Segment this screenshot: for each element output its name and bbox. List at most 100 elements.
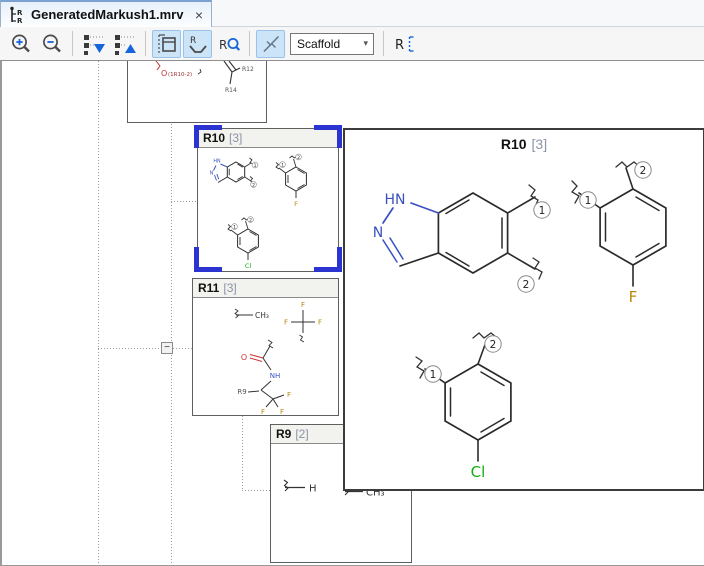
collapse-all-icon	[113, 32, 137, 56]
svg-text:N: N	[210, 171, 214, 177]
scaffold-structure-box[interactable]: O (1R10-2) R12 R14	[127, 61, 267, 123]
toolbar-separator	[72, 31, 73, 56]
popup-title: R10	[501, 136, 527, 152]
rgroup-definition-button[interactable]: R	[390, 30, 419, 58]
svg-text:F: F	[280, 408, 284, 415]
scaffold-structure[interactable]: O (1R10-2) R12 R14	[128, 61, 266, 121]
svg-text:2: 2	[252, 182, 255, 188]
zoom-in-button[interactable]	[6, 30, 35, 58]
slash-icon	[259, 32, 283, 56]
r10-box-header: R10 [3]	[198, 129, 338, 148]
scaffold-dropdown-value: Scaffold	[297, 37, 340, 51]
svg-text:R14: R14	[225, 87, 237, 94]
toolbar-separator	[249, 31, 250, 56]
mini-chlorophenyl-structure[interactable]: 2 1 Cl	[222, 215, 272, 271]
hydrogen-fragment[interactable]: H	[279, 477, 321, 499]
close-icon[interactable]: ×	[195, 8, 203, 22]
rquery-search-button[interactable]: R	[214, 30, 243, 58]
svg-text:(1R10-2): (1R10-2)	[168, 72, 192, 78]
fit-frames-toggle[interactable]	[152, 30, 181, 58]
svg-text:1: 1	[254, 163, 257, 169]
markush-document-icon: R R	[9, 6, 25, 24]
tree-connector-line	[98, 61, 99, 566]
svg-text:Cl: Cl	[471, 463, 486, 481]
tree-connector-line	[242, 490, 270, 491]
r10-box-title: R10	[203, 131, 225, 145]
application-window: R R GeneratedMarkush1.mrv ×	[0, 0, 704, 566]
svg-text:R12: R12	[242, 66, 254, 73]
r11-box-count: [3]	[223, 281, 236, 295]
popup-structures[interactable]: HN N 1 2 2	[345, 155, 703, 489]
svg-text:2: 2	[640, 165, 647, 177]
svg-text:HN: HN	[385, 192, 406, 208]
svg-text:F: F	[629, 288, 638, 306]
r9-box-title: R9	[276, 427, 291, 441]
mini-amide-fragment[interactable]: O NH R9 F F F	[217, 337, 312, 415]
indazole-structure[interactable]: HN N 1 2	[373, 185, 550, 292]
rgroup-display-toggle[interactable]: R	[183, 30, 212, 58]
popup-count: [3]	[532, 136, 548, 152]
svg-text:R: R	[190, 36, 196, 46]
tree-collapse-toggle[interactable]: −	[161, 342, 173, 354]
zoom-out-icon	[40, 32, 64, 56]
popup-header: R10 [3]	[345, 130, 703, 154]
svg-text:1: 1	[281, 162, 284, 168]
rquery-magnifier-icon: R	[217, 32, 241, 56]
tree-connector-line	[171, 61, 172, 566]
chlorophenyl-structure[interactable]: 2 1 Cl	[416, 333, 511, 481]
frame-icon	[155, 32, 179, 56]
collapse-all-button[interactable]	[110, 30, 139, 58]
svg-text:F: F	[301, 301, 305, 309]
tab-generated-markush[interactable]: R R GeneratedMarkush1.mrv ×	[0, 0, 212, 27]
svg-text:F: F	[318, 319, 322, 327]
svg-text:R: R	[395, 38, 404, 53]
mini-fluorophenyl-structure[interactable]: 2 1 F	[270, 149, 320, 213]
svg-text:O: O	[241, 353, 247, 362]
zoom-out-button[interactable]	[37, 30, 66, 58]
selection-corner	[194, 247, 199, 272]
svg-text:F: F	[294, 200, 298, 208]
r9-box-count: [2]	[295, 427, 308, 441]
mini-indazole-structure[interactable]: HN N 1 2	[204, 153, 262, 193]
toolbar: R R Scaffold ▾ R	[0, 27, 704, 60]
svg-text:1: 1	[539, 205, 546, 217]
rgroup-bond-icon: R	[186, 32, 210, 56]
svg-text:NH: NH	[270, 372, 281, 380]
hide-rlogic-toggle[interactable]	[256, 30, 285, 58]
r10-group-box[interactable]: R10 [3] HN N 1 2	[197, 128, 339, 272]
zoom-in-icon	[9, 32, 33, 56]
svg-text:R: R	[219, 38, 227, 52]
svg-text:1: 1	[233, 224, 236, 230]
tree-connector-line	[242, 416, 243, 490]
tab-bar: R R GeneratedMarkush1.mrv ×	[0, 0, 704, 27]
svg-text:F: F	[284, 319, 288, 327]
svg-text:F: F	[261, 408, 265, 415]
toolbar-separator	[145, 31, 146, 56]
svg-text:2: 2	[249, 217, 252, 223]
selection-corner	[337, 125, 342, 148]
fluorophenyl-structure[interactable]: 2 1 F	[572, 162, 666, 306]
expand-all-button[interactable]	[79, 30, 108, 58]
scaffold-dropdown[interactable]: Scaffold ▾	[290, 33, 374, 55]
svg-text:CH₃: CH₃	[255, 311, 269, 320]
expand-all-icon	[82, 32, 106, 56]
svg-text:R: R	[17, 9, 23, 17]
svg-text:2: 2	[297, 155, 300, 161]
tree-connector-line	[171, 201, 197, 202]
svg-text:1: 1	[585, 195, 592, 207]
r11-box-title: R11	[198, 281, 219, 295]
r11-group-box[interactable]: R11 [3] CH₃ F F F O	[192, 278, 339, 416]
svg-text:HN: HN	[213, 159, 221, 165]
svg-text:2: 2	[490, 339, 497, 351]
svg-text:F: F	[287, 391, 291, 399]
svg-text:Cl: Cl	[245, 262, 252, 270]
mini-methyl-fragment[interactable]: CH₃	[231, 307, 277, 323]
svg-text:N: N	[373, 225, 383, 241]
rgroup-definition-icon: R	[393, 32, 417, 56]
structure-canvas[interactable]: − O (1R10-2) R12 R14 R10 [3]	[0, 60, 704, 566]
toolbar-separator	[383, 31, 384, 56]
selection-corner	[194, 125, 199, 148]
svg-text:2: 2	[523, 279, 530, 291]
svg-text:R: R	[17, 17, 23, 24]
r10-enlarged-view: R10 [3] HN N 1	[343, 128, 704, 491]
